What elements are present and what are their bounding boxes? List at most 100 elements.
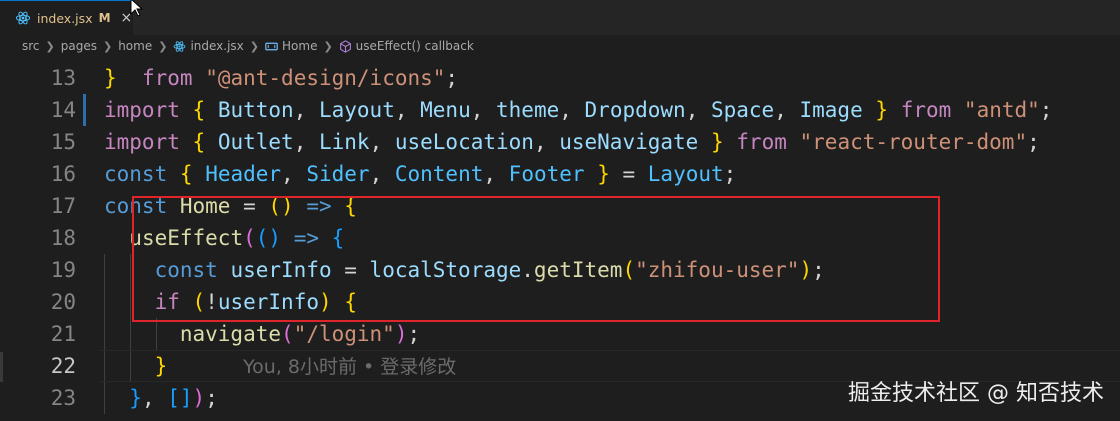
breadcrumb: src ❯ pages ❯ home ❯ index.jsx ❯ Home ❯ …	[0, 35, 1120, 57]
code-token: Image	[799, 98, 863, 122]
code-token: theme	[496, 98, 560, 122]
code-token: import	[104, 130, 180, 154]
annotation-highlight-box	[132, 196, 940, 322]
code-text[interactable]: }, []);	[104, 382, 218, 414]
code-token: }	[104, 66, 117, 90]
code-text[interactable]: const { Header, Sider, Content, Footer }…	[104, 158, 736, 190]
code-token: )	[192, 386, 206, 410]
method-cube-icon	[339, 39, 351, 53]
line-number: 18	[50, 226, 76, 250]
code-token: Menu	[420, 98, 471, 122]
code-token: from	[736, 130, 787, 154]
code-token: ;	[445, 66, 459, 90]
code-token: ;	[723, 162, 737, 186]
code-token: const	[104, 162, 168, 186]
modified-indicator: M	[98, 11, 111, 25]
tab-filename: index.jsx	[37, 10, 93, 26]
code-token: Layout	[647, 162, 724, 186]
code-token: (	[281, 322, 294, 346]
code-line[interactable]: 15 import { Outlet, Link, useLocation, us…	[0, 126, 1120, 158]
code-token: }	[710, 130, 724, 154]
code-token: ;	[1039, 98, 1053, 122]
react-icon	[15, 11, 31, 25]
tab-bar: index.jsx M ×	[0, 0, 1120, 35]
code-token: useLocation	[394, 130, 534, 154]
line-number: 22	[50, 354, 76, 378]
code-token: ,	[533, 130, 560, 154]
chevron-right-icon: ❯	[323, 39, 333, 53]
code-line[interactable]: 21 navigate("/login");	[0, 318, 1120, 350]
code-line[interactable]: 13} from "@ant-design/icons";	[0, 62, 1120, 94]
line-number: 15	[50, 130, 76, 154]
breadcrumb-item-pages[interactable]: pages	[61, 39, 97, 53]
code-token: Link	[318, 130, 370, 154]
breadcrumb-item-file[interactable]: index.jsx	[190, 39, 243, 53]
code-token: from	[900, 98, 952, 122]
code-token: ,	[483, 162, 509, 186]
code-token: ,	[774, 98, 800, 122]
code-token: Dropdown	[584, 98, 686, 122]
line-number: 14	[50, 98, 76, 122]
breadcrumb-item-home-symbol[interactable]: Home	[282, 39, 317, 53]
code-token: {	[179, 162, 193, 186]
code-line[interactable]: 14 import { Button, Layout, Menu, theme, …	[0, 94, 1120, 126]
code-token: }	[597, 162, 610, 186]
code-text[interactable]: import { Button, Layout, Menu, theme, Dr…	[104, 94, 1052, 126]
line-number: 23	[50, 386, 76, 410]
code-line[interactable]: 16 const { Header, Sider, Content, Footer…	[0, 158, 1120, 190]
code-token: =	[609, 162, 648, 186]
code-text[interactable]: } from "@ant-design/icons";	[104, 62, 458, 94]
breadcrumb-item-callback[interactable]: useEffect() callback	[356, 39, 474, 53]
watermark: 掘金技术社区 @ 知否技术	[848, 381, 1104, 406]
line-number: 20	[50, 290, 76, 314]
chevron-right-icon: ❯	[45, 39, 55, 53]
code-token: "react-router-dom"	[799, 130, 1028, 154]
code-token: []	[167, 386, 193, 410]
line-number: 17	[50, 194, 76, 218]
react-icon	[174, 40, 186, 52]
code-token: }	[875, 98, 889, 122]
code-token: "/login"	[293, 322, 395, 346]
tab-index-jsx[interactable]: index.jsx M ×	[0, 0, 133, 35]
code-token: ;	[407, 322, 421, 346]
code-text[interactable]: } You, 8小时前 • 登录修改	[104, 350, 457, 383]
breadcrumb-item-home[interactable]: home	[118, 39, 152, 53]
code-token: Button	[217, 98, 294, 122]
code-token: "@ant-design/icons"	[205, 66, 446, 90]
line-number: 21	[50, 322, 76, 346]
variable-symbol-icon	[265, 42, 278, 50]
code-token: Outlet	[217, 130, 294, 154]
breadcrumb-item-src[interactable]: src	[22, 39, 40, 53]
code-token: ,	[369, 162, 395, 186]
code-token: ,	[369, 130, 395, 154]
code-token: ,	[559, 98, 585, 122]
chevron-right-icon: ❯	[102, 39, 113, 53]
code-token: Sider	[306, 162, 370, 186]
code-token: }	[154, 354, 168, 378]
mouse-cursor-icon	[130, 0, 144, 17]
code-token: from	[141, 66, 193, 90]
code-token: Footer	[508, 162, 585, 186]
code-token: useNavigate	[559, 130, 699, 154]
code-text[interactable]: navigate("/login");	[104, 318, 420, 350]
code-text[interactable]: import { Outlet, Link, useLocation, useN…	[104, 126, 1040, 158]
line-number: 16	[50, 162, 76, 186]
code-token: }	[129, 386, 142, 410]
code-token: import	[104, 98, 180, 122]
